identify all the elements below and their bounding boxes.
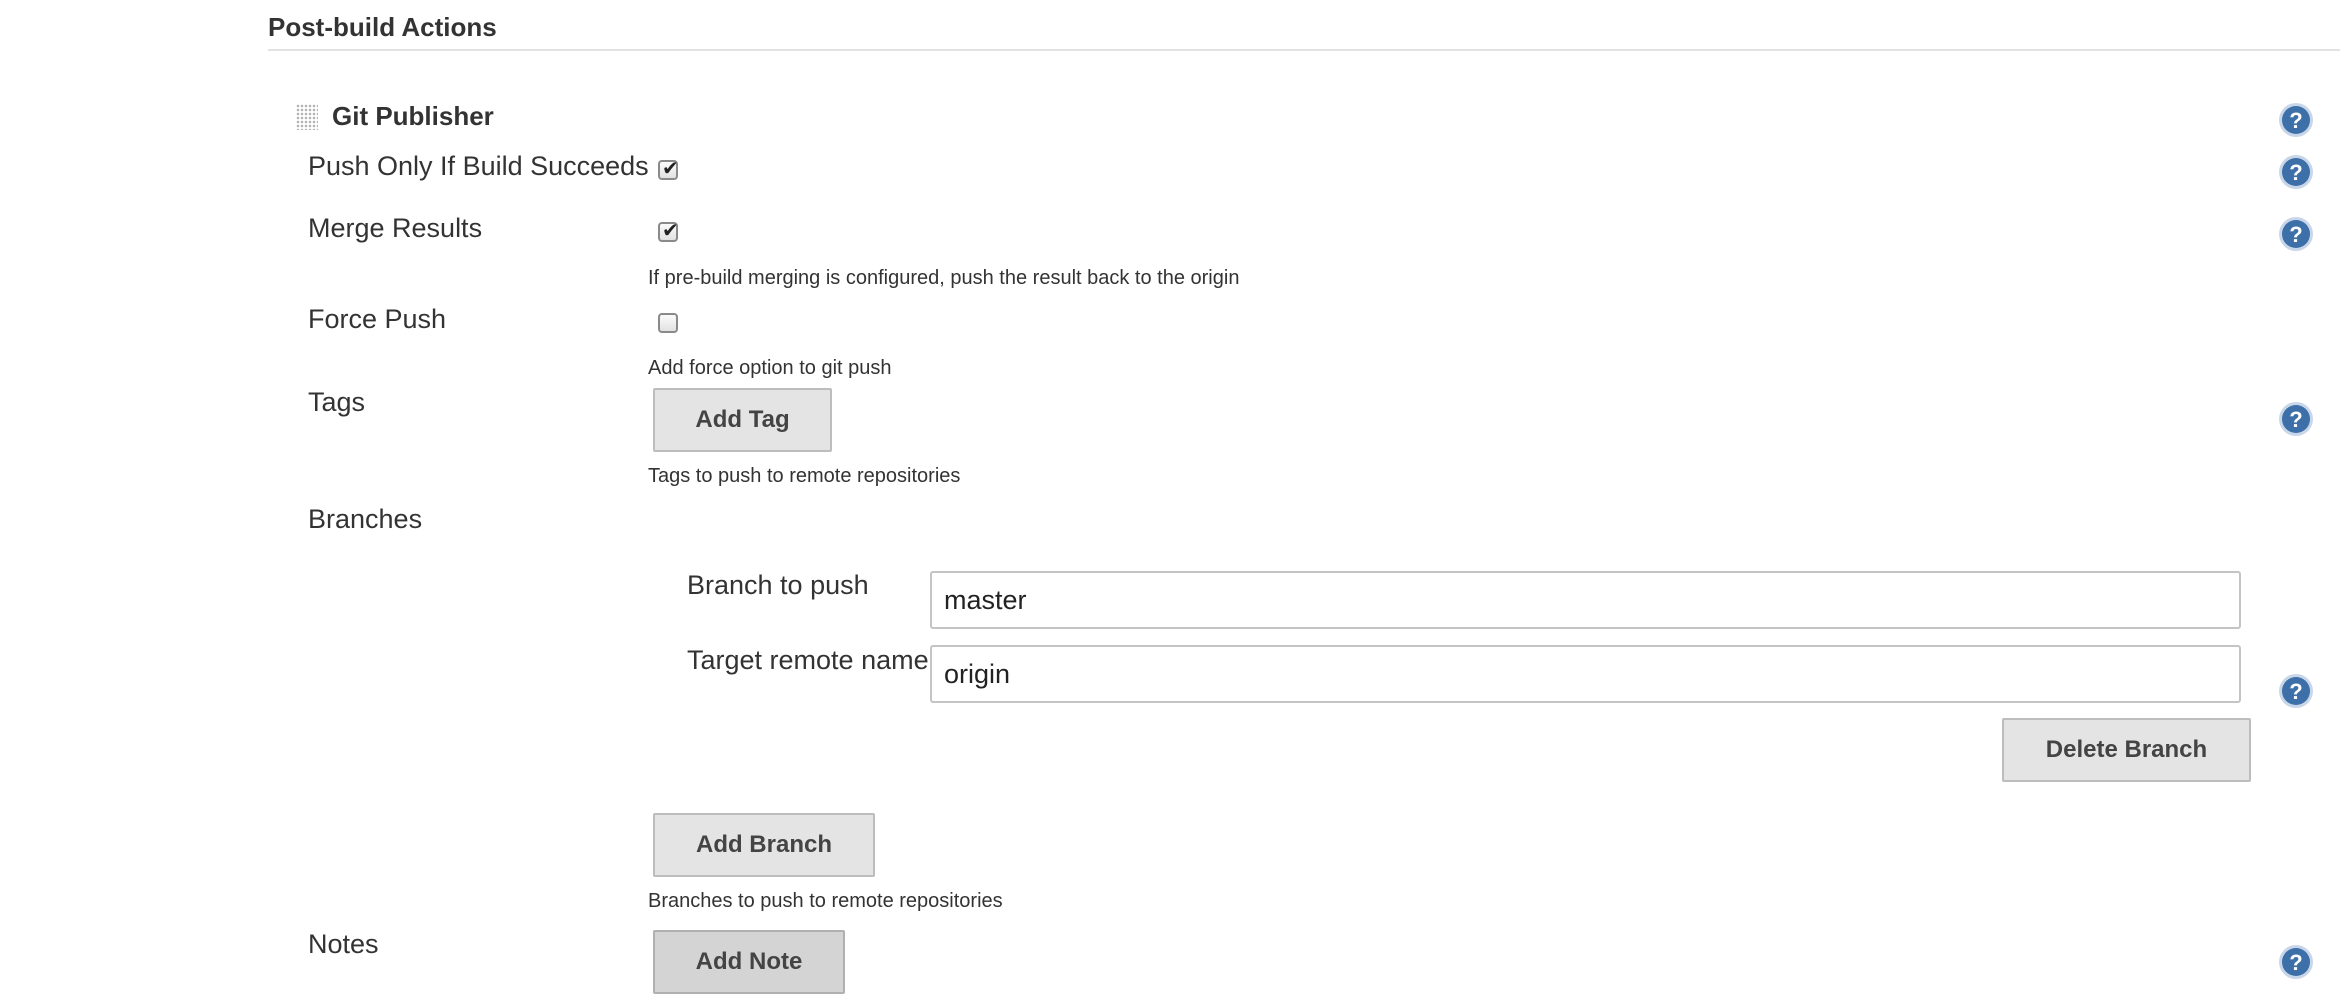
- target-remote-name-label: Target remote name: [687, 645, 929, 675]
- target-remote-name-input[interactable]: origin: [930, 645, 2241, 703]
- checkmark-icon: ✔: [662, 158, 679, 180]
- merge-results-help: If pre-build merging is configured, push…: [648, 267, 1240, 289]
- merge-results-label: Merge Results: [308, 213, 483, 243]
- push-only-if-success-label: Push Only If Build Succeeds: [308, 151, 649, 181]
- delete-branch-button[interactable]: Delete Branch: [2002, 718, 2251, 782]
- branches-label: Branches: [308, 504, 423, 534]
- checkmark-icon: ✔: [662, 220, 679, 242]
- drag-handle-icon[interactable]: [296, 104, 318, 130]
- branch-to-push-label: Branch to push: [687, 570, 869, 600]
- help-icon-branches[interactable]: ?: [2278, 673, 2314, 709]
- svg-text:?: ?: [2289, 950, 2302, 975]
- svg-text:?: ?: [2289, 222, 2302, 247]
- tags-label: Tags: [308, 387, 366, 417]
- help-icon-tags[interactable]: ?: [2278, 401, 2314, 437]
- merge-results-checkbox[interactable]: ✔: [658, 220, 679, 242]
- add-tag-button[interactable]: Add Tag: [653, 388, 832, 452]
- section-divider: [268, 49, 2340, 51]
- branch-to-push-input[interactable]: master: [930, 571, 2241, 629]
- svg-text:?: ?: [2289, 160, 2302, 185]
- help-icon-notes[interactable]: ?: [2278, 944, 2314, 980]
- help-icon-git-publisher[interactable]: ?: [2278, 102, 2314, 138]
- publisher-title: Git Publisher: [332, 101, 494, 131]
- svg-text:?: ?: [2289, 108, 2302, 133]
- add-note-button[interactable]: Add Note: [653, 930, 845, 994]
- force-push-help: Add force option to git push: [648, 357, 892, 379]
- notes-label: Notes: [308, 929, 379, 959]
- push-only-if-success-checkbox[interactable]: ✔: [658, 158, 679, 180]
- force-push-label: Force Push: [308, 304, 447, 334]
- help-icon-merge-results[interactable]: ?: [2278, 216, 2314, 252]
- help-icon-push-only-if-success[interactable]: ?: [2278, 154, 2314, 190]
- add-branch-button[interactable]: Add Branch: [653, 813, 875, 877]
- svg-text:?: ?: [2289, 679, 2302, 704]
- tags-help: Tags to push to remote repositories: [648, 465, 961, 487]
- force-push-checkbox[interactable]: [658, 313, 678, 333]
- branches-help: Branches to push to remote repositories: [648, 890, 1003, 912]
- svg-text:?: ?: [2289, 407, 2302, 432]
- section-title: Post-build Actions: [268, 12, 497, 42]
